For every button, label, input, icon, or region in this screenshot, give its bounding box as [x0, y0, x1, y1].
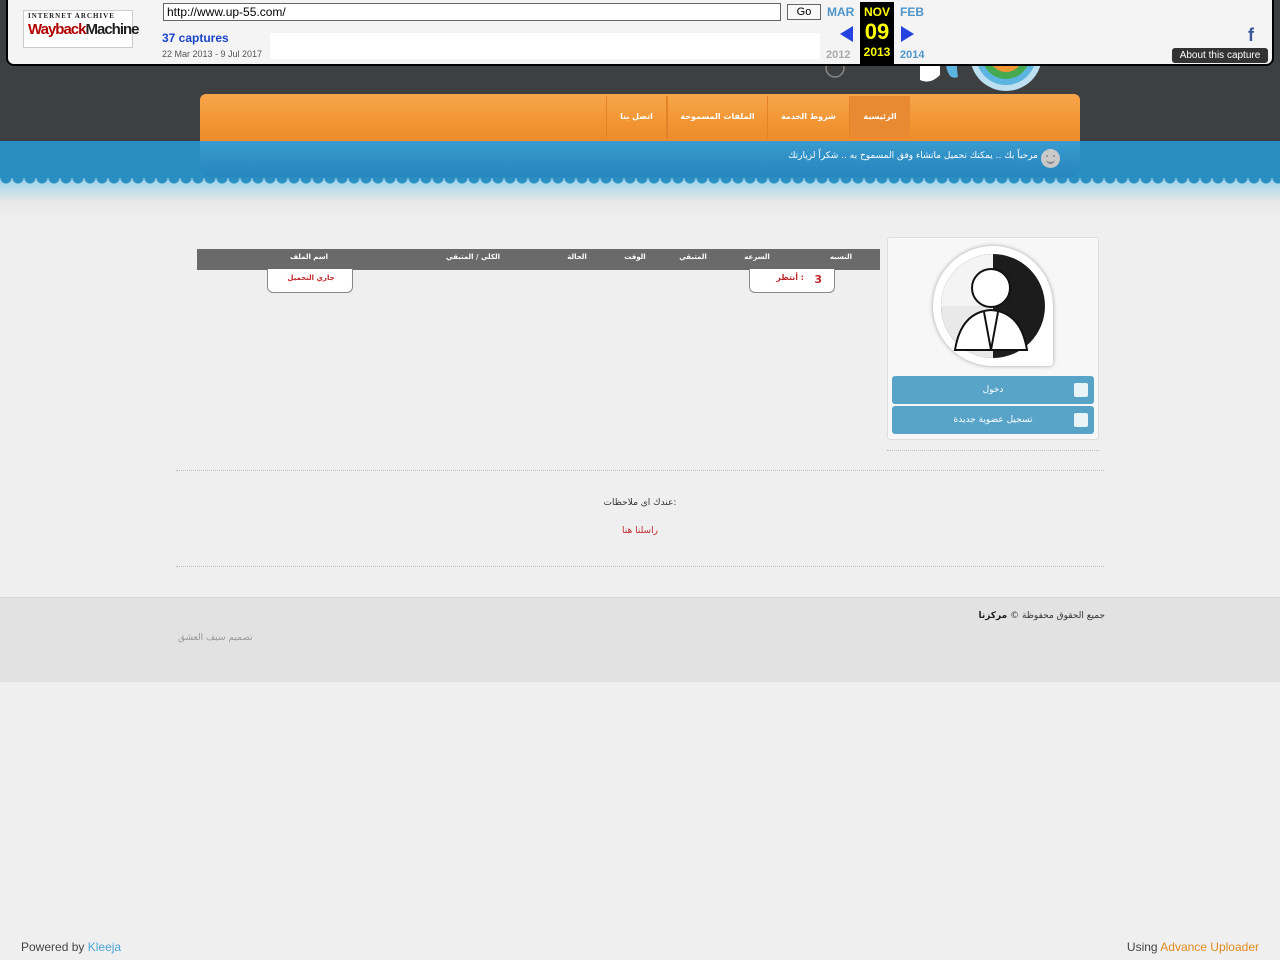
- col-percent: النسبه: [829, 253, 853, 261]
- register-label: تسجيل عضوية جديدة: [953, 415, 1033, 425]
- login-button[interactable]: دخول: [892, 376, 1094, 404]
- wayback-date-range: 22 Mar 2013 - 9 Jul 2017: [162, 49, 263, 59]
- divider: [176, 470, 1104, 471]
- wayback-current-date: NOV 09 2013: [860, 2, 894, 64]
- nav-allowed-files[interactable]: الملفات المسموحة: [667, 96, 767, 138]
- wayback-current-day: 09: [864, 19, 890, 44]
- copyright-text: جميع الحقوق محفوظة ©: [1010, 611, 1105, 621]
- wayback-go-button[interactable]: Go: [787, 4, 821, 20]
- user-add-icon: [1074, 413, 1088, 427]
- kleeja-link[interactable]: Kleeja: [88, 940, 121, 954]
- divider: [176, 566, 1104, 567]
- using-label: Using: [1126, 940, 1158, 954]
- about-capture-button[interactable]: About this capture: [1172, 48, 1268, 63]
- welcome-message: مرحباً بك .. يمكنك تحميل ماتشاء وفق المس…: [788, 151, 1038, 161]
- login-label: دخول: [982, 385, 1004, 395]
- nav-contact[interactable]: اتصل بنا: [606, 96, 667, 138]
- wayback-next-capture-icon[interactable]: [901, 26, 914, 42]
- wayback-logo-wordmark: WaybackMachine: [28, 21, 140, 38]
- uploading-text: جاري التحميل: [287, 274, 335, 282]
- upload-status-cell: جاري التحميل: [267, 269, 353, 293]
- powered-by: Powered by Kleeja: [21, 940, 121, 954]
- wayback-next-year[interactable]: 2014: [900, 49, 924, 61]
- wayback-prev-year: 2012: [826, 49, 851, 61]
- col-speed: السرعه: [744, 253, 770, 261]
- notes-question: عندك اى ملاحظات:: [603, 498, 677, 508]
- contact-us-link[interactable]: راسلنا هنا: [540, 526, 740, 536]
- nav-home[interactable]: الرئيسية: [849, 96, 910, 138]
- wayback-current-month: NOV: [863, 5, 890, 19]
- nav-terms[interactable]: شروط الخدمة: [767, 96, 849, 138]
- sidebar-divider: [887, 450, 1099, 451]
- wayback-captures-link[interactable]: 37 captures: [162, 31, 229, 45]
- wayback-toolbar: INTERNET ARCHIVE WaybackMachine http://w…: [6, 0, 1274, 66]
- design-credit: تصميم سيف العشق: [178, 633, 253, 643]
- upload-count: 3: [814, 273, 822, 286]
- wayback-logo-caption: INTERNET ARCHIVE: [28, 12, 115, 20]
- wayback-prev-month[interactable]: MAR: [827, 5, 854, 19]
- upload-wait-text: أنتظر :: [776, 273, 804, 282]
- wayback-logo[interactable]: INTERNET ARCHIVE WaybackMachine: [23, 10, 140, 48]
- site-name-link[interactable]: مركزنا: [978, 611, 1007, 621]
- col-filename: اسم الملف: [289, 253, 329, 261]
- col-time: الوقت: [624, 253, 646, 261]
- powered-by-label: Powered by: [21, 940, 85, 954]
- copyright: جميع الحقوق محفوظة © مركزنا: [900, 611, 1105, 621]
- smiley-icon: [1041, 149, 1060, 168]
- wayback-url-input[interactable]: http://www.up-55.com/: [163, 3, 781, 21]
- header-wave: [0, 178, 1280, 218]
- wayback-next-month[interactable]: FEB: [900, 5, 924, 19]
- wayback-prev-capture-icon[interactable]: [840, 26, 853, 42]
- advance-uploader-link[interactable]: Advance Uploader: [1160, 940, 1259, 954]
- using-uploader: Using Advance Uploader: [1127, 940, 1259, 954]
- col-total: الكلي / المتبقي: [445, 253, 501, 261]
- facebook-icon[interactable]: f: [1248, 25, 1254, 46]
- login-icon: [1074, 383, 1088, 397]
- avatar: [933, 246, 1053, 366]
- main-nav: الرئيسية شروط الخدمة الملفات المسموحة ات…: [200, 94, 1080, 141]
- wayback-current-year: 2013: [863, 45, 891, 59]
- wayback-sparkline[interactable]: [270, 33, 820, 59]
- upload-progress-cell: 3 أنتظر :: [749, 269, 835, 293]
- register-button[interactable]: تسجيل عضوية جديدة: [892, 406, 1094, 434]
- upload-table-header: النسبه السرعه المتبقي الوقت الحالة الكلي…: [197, 249, 880, 270]
- col-status: الحالة: [567, 253, 587, 261]
- col-remaining: المتبقي: [679, 253, 707, 261]
